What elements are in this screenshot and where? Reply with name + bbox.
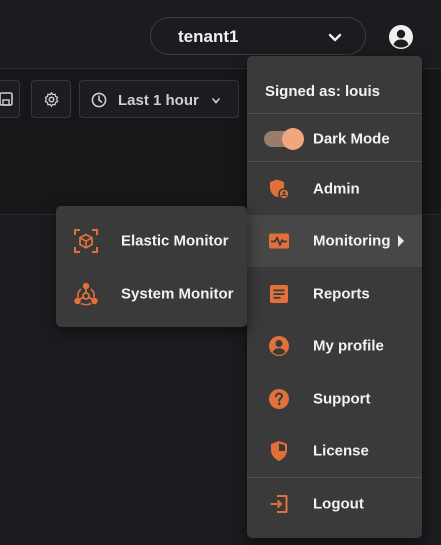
gear-icon — [44, 92, 59, 107]
time-range-label: Last 1 hour — [118, 92, 199, 109]
menu-item-label: Support — [313, 390, 371, 408]
time-range-picker[interactable]: Last 1 hour — [79, 80, 239, 118]
menu-item-my-profile[interactable]: My profile — [247, 320, 422, 372]
tenant-select[interactable]: tenant1 — [150, 17, 366, 55]
user-circle-icon[interactable] — [388, 24, 414, 50]
chevron-down-icon — [212, 98, 220, 104]
menu-item-label: Admin — [313, 180, 360, 198]
menu-item-admin[interactable]: Admin — [247, 163, 422, 215]
monitoring-pulse-icon — [269, 233, 289, 249]
submenu-item-elastic-monitor[interactable]: Elastic Monitor — [56, 215, 247, 267]
save-icon — [0, 92, 13, 106]
chevron-down-icon — [328, 33, 342, 42]
submenu-item-system-monitor[interactable]: System Monitor — [56, 268, 247, 320]
profile-icon — [269, 336, 289, 356]
toggle-knob — [282, 128, 304, 150]
menu-item-support[interactable]: Support — [247, 373, 422, 425]
settings-button[interactable] — [31, 80, 71, 118]
help-icon — [269, 389, 289, 409]
tenant-label: tenant1 — [178, 27, 239, 46]
menu-item-license[interactable]: License — [247, 425, 422, 477]
menu-item-label: License — [313, 442, 369, 460]
menu-item-label: My profile — [313, 337, 384, 355]
dark-mode-toggle[interactable] — [264, 128, 304, 150]
submenu-item-label: System Monitor — [121, 285, 234, 303]
submenu-item-label: Elastic Monitor — [121, 232, 229, 250]
caret-right-icon — [398, 235, 404, 247]
menu-item-logout[interactable]: Logout — [247, 478, 422, 530]
report-icon — [270, 285, 288, 303]
elastic-cube-icon — [74, 229, 98, 253]
menu-item-label: Monitoring — [313, 232, 391, 250]
dark-mode-label: Dark Mode — [313, 130, 390, 148]
monitoring-submenu: Elastic Monitor System Monitor — [56, 206, 247, 327]
signed-as-label: Signed as: louis — [265, 83, 381, 100]
menu-item-monitoring[interactable]: Monitoring — [247, 215, 422, 267]
menu-item-label: Reports — [313, 285, 370, 303]
dark-mode-toggle-row[interactable]: Dark Mode — [247, 113, 422, 165]
menu-divider — [247, 161, 422, 162]
save-button[interactable] — [0, 80, 20, 118]
logout-icon — [270, 495, 288, 513]
menu-item-label: Logout — [313, 495, 364, 513]
menu-item-reports[interactable]: Reports — [247, 268, 422, 320]
system-network-icon — [74, 282, 98, 306]
user-menu: Signed as: louis Dark Mode Admin Monitor… — [247, 56, 422, 538]
clock-icon — [91, 92, 107, 108]
license-shield-icon — [271, 441, 287, 461]
admin-shield-icon — [270, 179, 290, 200]
